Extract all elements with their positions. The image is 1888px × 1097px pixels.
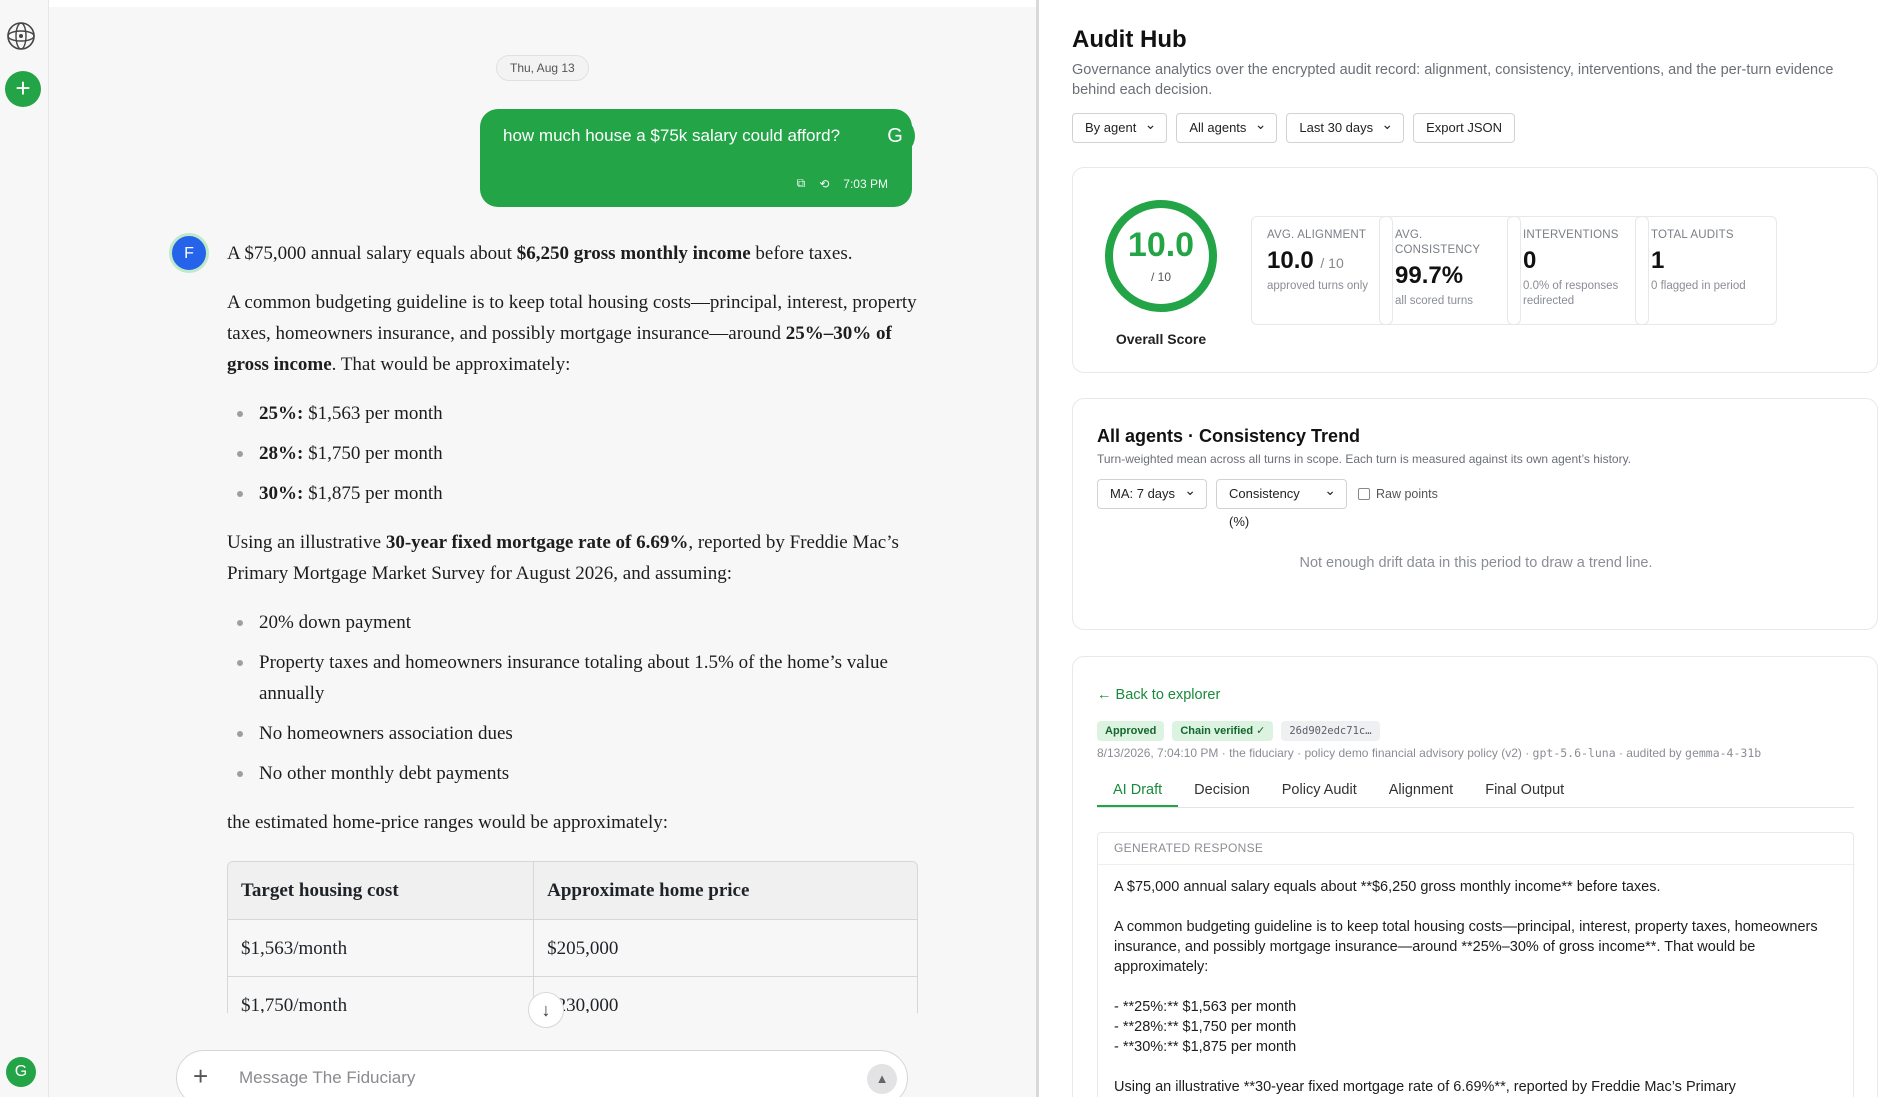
tab-final-output[interactable]: Final Output [1469, 774, 1580, 807]
stat-value: 99.7% [1395, 262, 1464, 289]
retry-icon[interactable]: ⟲ [819, 177, 829, 191]
raw-points-toggle[interactable]: Raw points [1358, 487, 1438, 501]
overall-score-denominator: / 10 [1150, 270, 1171, 284]
overall-score-value: 10.0 [1127, 226, 1195, 264]
stat-label: Avg. Consistency [1395, 229, 1481, 256]
send-button[interactable]: ▲ [867, 1064, 897, 1094]
date-chip: Thu, Aug 13 [496, 55, 589, 81]
generated-response-divider [1098, 864, 1855, 865]
stat-total-audits: Total Audits 1 0 flagged in period [1635, 216, 1777, 325]
chat-top-strip [49, 0, 1036, 7]
trend-title: All agents · Consistency Trend [1097, 426, 1361, 446]
date-range-select[interactable]: Last 30 days [1286, 110, 1405, 143]
stat-label: Total Audits [1651, 229, 1734, 241]
raw-points-checkbox[interactable] [1358, 488, 1370, 500]
table-row: $1,563/month $205,000 [228, 919, 917, 976]
list-item: No other monthly debt payments [227, 758, 927, 789]
overall-score-label: Overall Score [1115, 331, 1207, 347]
stat-avg-consistency: Avg. Consistency 99.7% all scored turns [1379, 216, 1521, 325]
left-rail: + G [0, 0, 49, 1097]
stat-subtext: approved turns only [1267, 280, 1369, 292]
generated-response-box: Generated Response A $75,000 annual sala… [1097, 832, 1855, 1097]
stat-label: Avg. Alignment [1267, 229, 1367, 241]
audit-meta: 8/13/2026, 7:04:10 PM · the fiduciary · … [1097, 746, 1762, 760]
stat-subtext: 0 flagged in period [1651, 280, 1746, 292]
raw-points-label: Raw points [1376, 487, 1438, 501]
list-item: No homeowners association dues [227, 718, 927, 749]
tab-decision[interactable]: Decision [1178, 774, 1266, 807]
answer-paragraph: the estimated home-price ranges would be… [227, 812, 669, 833]
answer-list-assumptions: 20% down payment Property taxes and home… [227, 607, 927, 789]
list-item: 25%: $1,563 per month [227, 398, 927, 429]
assistant-avatar: F [169, 233, 209, 273]
chat-pane: Thu, Aug 13 how much house a $75k salary… [49, 0, 1036, 1097]
audit-badges: Approved Chain verified ✓ 26d902edc71c… [1097, 721, 1380, 741]
status-badge-chain-verified: Chain verified ✓ [1172, 721, 1274, 741]
answer-list-percentages: 25%: $1,563 per month 28%: $1,750 per mo… [227, 398, 927, 509]
agents-select[interactable]: All agents [1176, 110, 1278, 143]
generated-response-text: A $75,000 annual salary equals about **$… [1114, 879, 1818, 1095]
user-message-bubble: how much house a $75k salary could affor… [480, 109, 912, 207]
table-header-cell: Approximate home price [547, 880, 750, 901]
table-cell: $1,563/month [228, 920, 535, 976]
message-input[interactable] [239, 1065, 799, 1091]
user-avatar: G [875, 116, 915, 156]
assistant-answer: A $75,000 annual salary equals about $6,… [227, 238, 927, 856]
audit-hash-badge[interactable]: 26d902edc71c… [1281, 721, 1380, 741]
stat-subtext: 0.0% of responses redirected [1523, 280, 1619, 307]
user-message-actions: ⧉ ⟲ 7:03 PM [797, 176, 888, 191]
back-to-explorer-link[interactable]: ← Back to explorer [1097, 687, 1220, 703]
table-cell: $205,000 [547, 938, 619, 959]
hub-filters: By agent All agents Last 30 days Export … [1072, 110, 1515, 143]
page-description: Governance analytics over the encrypted … [1072, 62, 1834, 98]
answer-paragraph: A common budgeting guideline is to keep … [227, 292, 917, 375]
answer-paragraph: A $75,000 annual salary equals about $6,… [227, 243, 853, 264]
stat-value: 0 [1523, 247, 1537, 274]
stat-avg-alignment: Avg. Alignment 10.0 / 10 approved turns … [1251, 216, 1393, 325]
new-chat-button[interactable]: + [5, 71, 41, 107]
message-time: 7:03 PM [843, 176, 888, 191]
user-message-text: how much house a $75k salary could affor… [503, 126, 841, 145]
app-logo-icon[interactable] [5, 20, 37, 52]
audit-hub-panel: Audit Hub Governance analytics over the … [1039, 0, 1888, 1097]
answer-paragraph: Using an illustrative 30-year fixed mort… [227, 532, 899, 584]
trend-empty-state: Not enough drift data in this period to … [1299, 555, 1653, 571]
group-by-select[interactable]: By agent [1072, 110, 1168, 143]
trend-subtitle: Turn-weighted mean across all turns in s… [1097, 452, 1632, 466]
export-json-button[interactable]: Export JSON [1413, 113, 1515, 143]
copy-icon[interactable]: ⧉ [797, 176, 806, 191]
table-header-cell: Target housing cost [228, 862, 535, 919]
message-composer: + ▲ [176, 1050, 908, 1097]
arrow-down-icon: ↓ [541, 1000, 551, 1020]
generated-response-label: Generated Response [1114, 841, 1264, 855]
stat-value: 10.0 / 10 [1267, 247, 1344, 274]
stat-interventions: Interventions 0 0.0% of responses redire… [1507, 216, 1649, 325]
tab-policy-audit[interactable]: Policy Audit [1266, 774, 1373, 807]
overall-score-ring: 10.0 / 10 [1103, 198, 1219, 314]
attach-plus-icon[interactable]: + [193, 1061, 208, 1092]
list-item: 30%: $1,875 per month [227, 478, 927, 509]
list-item: Property taxes and homeowners insurance … [227, 647, 927, 709]
metric-select[interactable]: Consistency (%) [1216, 476, 1347, 529]
page-title: Audit Hub [1072, 26, 1187, 53]
audit-detail-card: ← Back to explorer Approved Chain verifi… [1072, 656, 1878, 1097]
trend-filters: MA: 7 days Consistency (%) Raw points [1097, 476, 1438, 529]
user-avatar-button[interactable]: G [6, 1057, 36, 1087]
status-badge-approved: Approved [1097, 721, 1165, 741]
list-item: 20% down payment [227, 607, 927, 638]
consistency-trend-card: All agents · Consistency Trend Turn-weig… [1072, 398, 1878, 630]
stat-value: 1 [1651, 247, 1665, 274]
stat-subtext: all scored turns [1395, 295, 1473, 307]
home-price-table: Target housing cost Approximate home pri… [227, 861, 918, 1034]
scroll-down-button[interactable]: ↓ [528, 992, 564, 1028]
moving-average-select[interactable]: MA: 7 days [1097, 476, 1207, 509]
tab-ai-draft[interactable]: AI Draft [1097, 774, 1179, 807]
score-card: 10.0 / 10 Overall Score Avg. Alignment 1… [1072, 167, 1878, 373]
list-item: 28%: $1,750 per month [227, 438, 927, 469]
stat-label: Interventions [1523, 229, 1619, 241]
table-header-row: Target housing cost Approximate home pri… [228, 862, 917, 919]
tab-alignment[interactable]: Alignment [1373, 774, 1469, 807]
audit-tabs: AI Draft Decision Policy Audit Alignment… [1097, 774, 1854, 808]
